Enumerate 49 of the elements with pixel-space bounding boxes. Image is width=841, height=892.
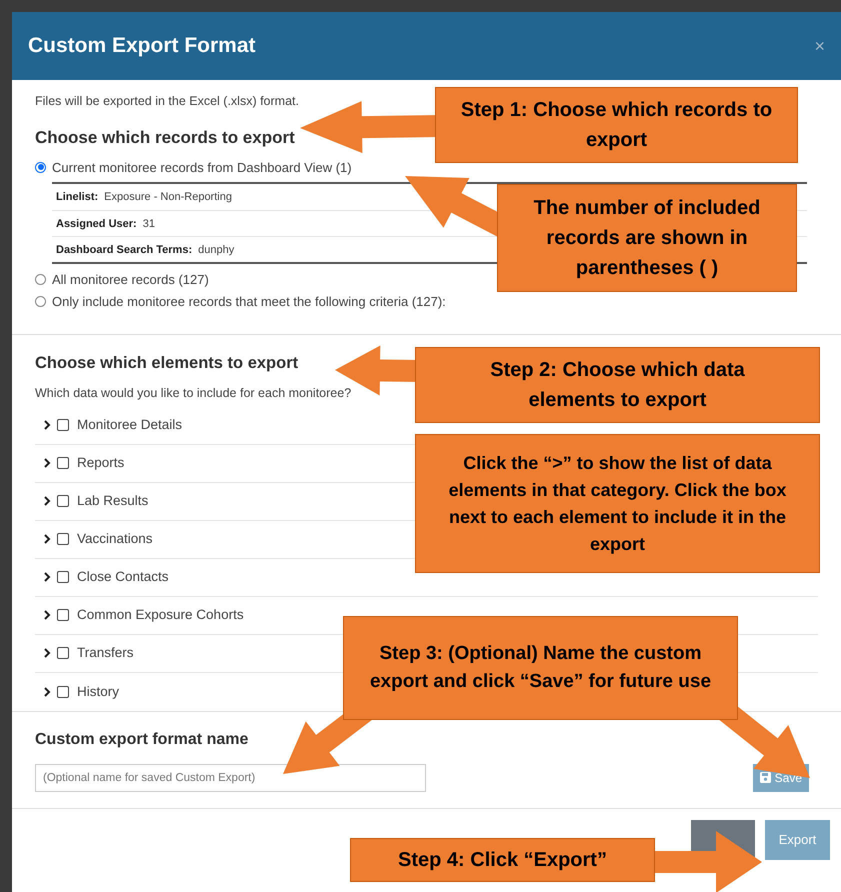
callout: Step 1: Choose which records to export xyxy=(435,87,798,163)
chevron-icon[interactable] xyxy=(43,458,51,468)
category-label[interactable]: Lab Results xyxy=(77,491,148,512)
callout: Step 4: Click “Export” xyxy=(350,838,655,882)
checkbox[interactable] xyxy=(57,457,69,470)
dialog-title: Custom Export Format xyxy=(28,33,256,60)
filter-value: Exposure - Non-Reporting xyxy=(104,190,232,205)
radio-label[interactable]: All monitoree records (127) xyxy=(52,270,209,289)
section-subtitle: Which data would you like to include for each monitoree? xyxy=(35,385,352,402)
chevron-icon[interactable] xyxy=(43,648,51,658)
checkbox[interactable] xyxy=(57,533,69,546)
category-label[interactable]: Transfers xyxy=(77,643,134,664)
checkbox[interactable] xyxy=(57,647,69,660)
category-label[interactable]: History xyxy=(77,682,120,702)
category-label[interactable]: Close Contacts xyxy=(77,567,169,588)
radio-button[interactable] xyxy=(35,274,46,285)
section-heading: Choose which records to export xyxy=(35,126,295,149)
callout: Click the “>” to show the list of data elements in that category. Click the box next to each element to include it in the export xyxy=(415,434,820,573)
category-label[interactable]: Common Exposure Cohorts xyxy=(77,605,244,626)
category-label[interactable]: Monitoree Details xyxy=(77,415,182,436)
category-label[interactable]: Reports xyxy=(77,453,124,474)
section-heading: Custom export format name xyxy=(35,730,248,750)
checkbox[interactable] xyxy=(57,495,69,508)
radio-button[interactable] xyxy=(35,296,46,307)
checkbox[interactable] xyxy=(57,571,69,584)
name-field[interactable]: (Optional name for saved Custom Export) xyxy=(35,764,426,792)
filter-value: 31 xyxy=(142,216,155,232)
chevron-icon[interactable] xyxy=(43,572,51,582)
checkbox[interactable] xyxy=(57,609,69,622)
format-note: Files will be exported in the Excel (.xlsx) format. xyxy=(35,93,299,110)
category-label[interactable]: Vaccinations xyxy=(77,529,153,550)
checkbox[interactable] xyxy=(57,419,69,432)
filter-label: Dashboard Search Terms: xyxy=(56,242,192,258)
chevron-icon[interactable] xyxy=(43,420,51,430)
callout: Step 2: Choose which data elements to export xyxy=(415,347,820,423)
checkbox[interactable] xyxy=(57,686,69,698)
chevron-icon[interactable] xyxy=(43,534,51,544)
radio-label[interactable]: Current monitoree records from Dashboard View (1) xyxy=(52,158,352,177)
callout: The number of included records are shown in parentheses ( ) xyxy=(497,184,797,292)
chevron-icon[interactable] xyxy=(43,610,51,620)
radio-button[interactable] xyxy=(35,162,46,173)
filter-value: dunphy xyxy=(198,242,234,258)
callout: Step 3: (Optional) Name the custom export and click “Save” for future use xyxy=(343,616,738,720)
filter-label: Linelist: xyxy=(56,190,98,205)
section-heading: Choose which elements to export xyxy=(35,353,298,374)
filter-label: Assigned User: xyxy=(56,216,137,232)
chevron-icon[interactable] xyxy=(43,496,51,506)
radio-label[interactable]: Only include monitoree records that meet the following criteria (127): xyxy=(52,292,446,311)
chevron-icon[interactable] xyxy=(43,686,51,697)
